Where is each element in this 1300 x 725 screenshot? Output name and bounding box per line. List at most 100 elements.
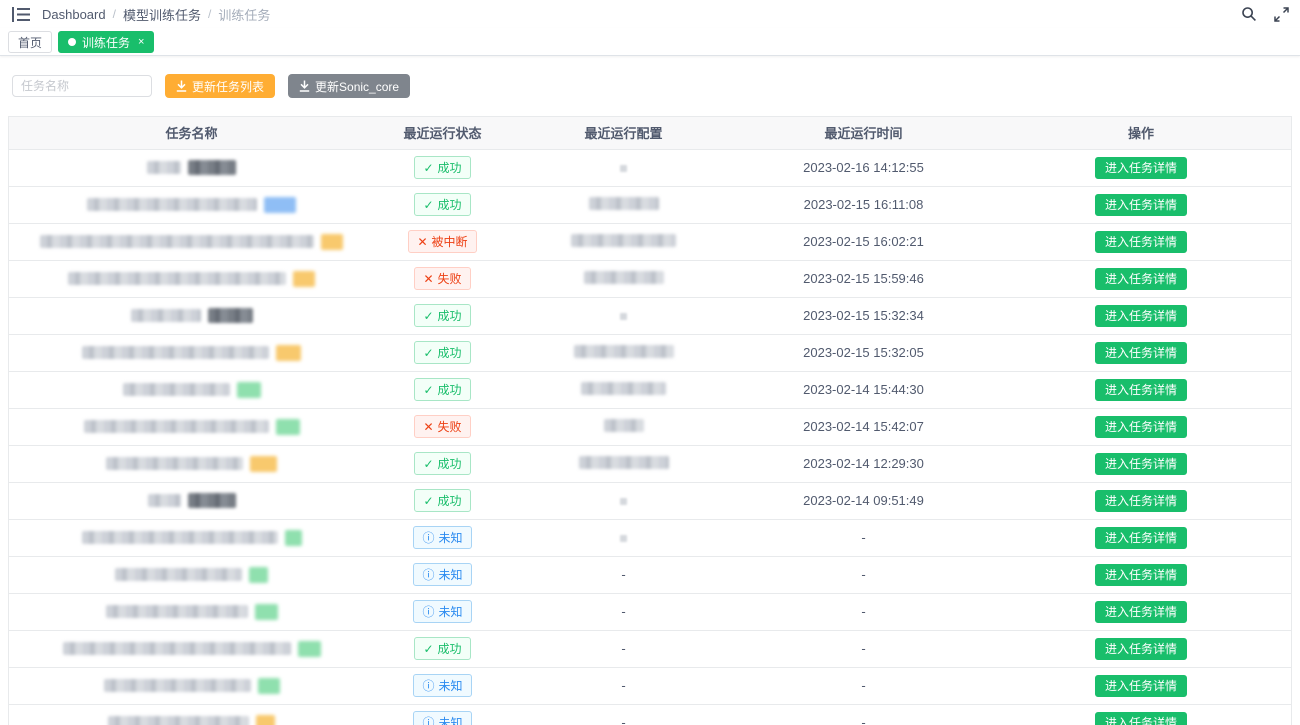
enter-task-detail-button[interactable]: 进入任务详情 — [1095, 157, 1187, 179]
redacted-text-block — [106, 457, 243, 470]
enter-task-detail-button[interactable]: 进入任务详情 — [1095, 712, 1187, 725]
task-table-body: ✓成功2023-02-16 14:12:55进入任务详情✓成功2023-02-1… — [9, 149, 1291, 725]
breadcrumb-model-training[interactable]: 模型训练任务 — [123, 5, 201, 24]
task-name-input[interactable] — [12, 75, 152, 97]
status-badge: ⓘ未知 — [413, 711, 471, 725]
task-table: 任务名称 最近运行状态 最近运行配置 最近运行时间 操作 ✓成功2023-02-… — [8, 116, 1292, 725]
green-tag-redacted — [285, 530, 302, 546]
table-row: ⓘ未知--进入任务详情 — [9, 704, 1291, 725]
enter-task-detail-button[interactable]: 进入任务详情 — [1095, 194, 1187, 216]
table-row: ✕失败2023-02-14 15:42:07进入任务详情 — [9, 408, 1291, 445]
table-row: ✓成功 2023-02-16 14:12:55 进入任务详情 — [9, 149, 1291, 186]
fullscreen-icon[interactable] — [1272, 5, 1290, 23]
table-row: ⓘ未知--进入任务详情 — [9, 667, 1291, 704]
redacted-text-block — [131, 309, 201, 322]
run-time: - — [861, 604, 865, 619]
update-task-list-button[interactable]: 更新任务列表 — [165, 74, 275, 98]
blue-tag-redacted — [264, 197, 296, 213]
enter-task-detail-button[interactable]: 进入任务详情 — [1095, 564, 1187, 586]
status-badge: ✓成功 — [414, 489, 470, 512]
error-status-icon: ✕ — [423, 421, 433, 433]
run-time: 2023-02-14 12:29:30 — [803, 456, 924, 471]
column-header-actions: 操作 — [991, 117, 1291, 149]
run-time: - — [861, 530, 865, 545]
run-time: 2023-02-15 16:02:21 — [803, 234, 924, 249]
table-row: ✓成功 2023-02-14 09:51:49 进入任务详情 — [9, 482, 1291, 519]
status-badge: ✕失败 — [414, 267, 470, 290]
enter-task-detail-button[interactable]: 进入任务详情 — [1095, 342, 1187, 364]
success-status-icon: ✓ — [423, 458, 433, 470]
run-config-empty: - — [621, 567, 625, 582]
run-config-redacted — [589, 197, 659, 210]
enter-task-detail-button[interactable]: 进入任务详情 — [1095, 601, 1187, 623]
status-badge: ✓成功 — [414, 452, 470, 475]
info-status-icon: ⓘ — [422, 569, 434, 581]
column-header-run-status: 最近运行状态 — [374, 117, 511, 149]
enter-task-detail-button[interactable]: 进入任务详情 — [1095, 305, 1187, 327]
collapse-menu-icon[interactable] — [12, 5, 32, 23]
table-row: ⓘ未知 - - 进入任务详情 — [9, 556, 1291, 593]
download-icon — [176, 80, 187, 92]
tab-close-icon[interactable]: × — [138, 37, 144, 48]
redacted-text-block — [188, 493, 236, 508]
task-name-redacted — [9, 530, 374, 546]
task-name-redacted — [9, 271, 374, 287]
redacted-text-block — [148, 494, 181, 507]
table-row: ✓成功--进入任务详情 — [9, 630, 1291, 667]
status-badge: ✓成功 — [414, 156, 470, 179]
success-status-icon: ✓ — [423, 384, 433, 396]
run-config-redacted — [581, 382, 666, 395]
run-config-empty: - — [621, 604, 625, 619]
enter-task-detail-button[interactable]: 进入任务详情 — [1095, 416, 1187, 438]
redacted-text-block — [106, 605, 248, 618]
run-time: 2023-02-15 15:32:34 — [803, 308, 924, 323]
status-label: 成功 — [438, 640, 462, 657]
success-status-icon: ✓ — [423, 643, 433, 655]
task-name-redacted — [9, 234, 374, 250]
status-label: 成功 — [438, 159, 462, 176]
enter-task-detail-button[interactable]: 进入任务详情 — [1095, 527, 1187, 549]
status-label: 未知 — [439, 677, 463, 694]
run-time: 2023-02-15 15:32:05 — [803, 345, 924, 360]
task-name-redacted — [9, 493, 374, 508]
task-name-redacted — [9, 419, 374, 435]
enter-task-detail-button[interactable]: 进入任务详情 — [1095, 231, 1187, 253]
run-config-redacted — [574, 345, 674, 358]
status-badge: ⓘ未知 — [413, 563, 471, 586]
task-name-redacted — [9, 345, 374, 361]
tab-home[interactable]: 首页 — [8, 31, 52, 53]
run-time: 2023-02-14 09:51:49 — [803, 493, 924, 508]
task-name-redacted — [9, 308, 374, 323]
search-icon[interactable] — [1240, 5, 1258, 23]
status-label: 失败 — [438, 418, 462, 435]
breadcrumb-dashboard[interactable]: Dashboard — [42, 7, 106, 22]
update-sonic-core-button[interactable]: 更新Sonic_core — [288, 74, 410, 98]
yellow-tag-redacted — [250, 456, 277, 472]
task-name-redacted — [9, 456, 374, 472]
info-status-icon: ⓘ — [422, 606, 434, 618]
redacted-text-block — [147, 161, 181, 174]
tab-training-tasks[interactable]: 训练任务 × — [58, 31, 154, 53]
status-label: 成功 — [438, 344, 462, 361]
enter-task-detail-button[interactable]: 进入任务详情 — [1095, 638, 1187, 660]
enter-task-detail-button[interactable]: 进入任务详情 — [1095, 675, 1187, 697]
enter-task-detail-button[interactable]: 进入任务详情 — [1095, 453, 1187, 475]
redacted-text-block — [115, 568, 242, 581]
info-status-icon: ⓘ — [422, 717, 434, 725]
task-name-redacted — [9, 641, 374, 657]
enter-task-detail-button[interactable]: 进入任务详情 — [1095, 490, 1187, 512]
green-tag-redacted — [237, 382, 261, 398]
run-time: 2023-02-16 14:12:55 — [803, 160, 924, 175]
enter-task-detail-button[interactable]: 进入任务详情 — [1095, 268, 1187, 290]
redacted-text-block — [82, 531, 278, 544]
table-row: ✕被中断2023-02-15 16:02:21进入任务详情 — [9, 223, 1291, 260]
enter-task-detail-button[interactable]: 进入任务详情 — [1095, 379, 1187, 401]
column-header-run-time: 最近运行时间 — [736, 117, 991, 149]
status-badge: ✕ 失败 — [414, 415, 470, 438]
status-badge: ✓成功 — [414, 304, 470, 327]
redacted-text-block — [82, 346, 269, 359]
run-time: - — [861, 567, 865, 582]
filter-row: 更新任务列表 更新Sonic_core — [0, 56, 1300, 98]
yellow-tag-redacted — [256, 715, 275, 725]
green-tag-redacted — [258, 678, 280, 694]
